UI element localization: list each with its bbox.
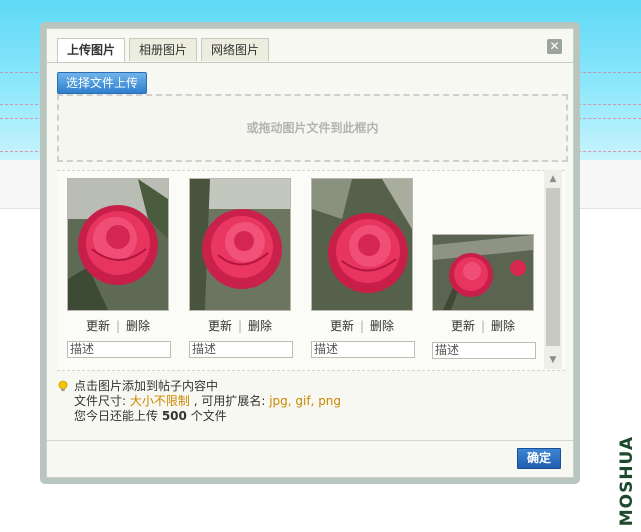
size-label: 文件尺寸: <box>74 394 130 408</box>
photo-actions: 更新 | 删除 <box>432 317 534 334</box>
photo-thumbnail[interactable] <box>432 234 534 311</box>
lightbulb-icon <box>58 380 68 392</box>
ext-label: , 可用扩展名: <box>189 394 270 408</box>
divider <box>47 62 573 63</box>
separator: | <box>480 319 486 333</box>
description-input[interactable]: 描述 <box>189 341 293 358</box>
photo-actions: 更新 | 删除 <box>189 317 291 334</box>
ext-value: jpg, gif, png <box>269 394 342 408</box>
watermark-text: MOSHUA <box>617 435 637 526</box>
separator: | <box>115 319 121 333</box>
photo-actions: 更新 | 删除 <box>311 317 413 334</box>
close-icon[interactable]: ✕ <box>547 39 562 54</box>
confirm-button[interactable]: 确定 <box>517 448 561 469</box>
thumbnail-list: 更新 | 删除 描述 更新 | 删除 描述 更新 | 删除 描述 更新 | 删除… <box>57 170 565 371</box>
photo-actions: 更新 | 删除 <box>67 317 169 334</box>
tab-bar: 上传图片 相册图片 网络图片 <box>57 38 273 62</box>
vertical-scrollbar[interactable]: ▲ ▼ <box>544 170 562 369</box>
update-link[interactable]: 更新 <box>208 319 232 333</box>
tip-quota: 您今日还能上传 500 个文件 <box>74 409 227 424</box>
delete-link[interactable]: 删除 <box>491 319 515 333</box>
size-value: 大小不限制 <box>129 394 190 408</box>
description-input[interactable]: 描述 <box>311 341 415 358</box>
photo-thumbnail[interactable] <box>311 178 413 311</box>
description-input[interactable]: 描述 <box>432 342 536 359</box>
scroll-down-icon[interactable]: ▼ <box>547 354 559 366</box>
delete-link[interactable]: 删除 <box>248 319 272 333</box>
scroll-thumb[interactable] <box>546 188 560 346</box>
quota-suffix: 个文件 <box>186 409 227 423</box>
update-link[interactable]: 更新 <box>330 319 354 333</box>
delete-link[interactable]: 删除 <box>370 319 394 333</box>
scroll-up-icon[interactable]: ▲ <box>547 173 559 185</box>
photo-thumbnail[interactable] <box>189 178 291 311</box>
photo-thumbnail[interactable] <box>67 178 169 311</box>
upload-dialog: 上传图片 相册图片 网络图片 ✕ 选择文件上传 或拖动图片文件到此框内 更新 |… <box>46 28 574 478</box>
quota-prefix: 您今日还能上传 <box>74 409 162 423</box>
tip-click-insert: 点击图片添加到帖子内容中 <box>74 379 219 393</box>
description-input[interactable]: 描述 <box>67 341 171 358</box>
separator: | <box>237 319 243 333</box>
quota-count: 500 <box>161 409 187 423</box>
tab-album[interactable]: 相册图片 <box>129 38 198 61</box>
tab-web[interactable]: 网络图片 <box>201 38 270 61</box>
update-link[interactable]: 更新 <box>86 319 110 333</box>
drop-zone[interactable]: 或拖动图片文件到此框内 <box>57 94 568 162</box>
divider <box>47 440 573 441</box>
tip-file-size: 文件尺寸: 大小不限制 , 可用扩展名: jpg, gif, png <box>74 394 341 409</box>
delete-link[interactable]: 删除 <box>126 319 150 333</box>
update-link[interactable]: 更新 <box>451 319 475 333</box>
upload-dialog-frame: 上传图片 相册图片 网络图片 ✕ 选择文件上传 或拖动图片文件到此框内 更新 |… <box>40 22 580 484</box>
separator: | <box>359 319 365 333</box>
select-file-button[interactable]: 选择文件上传 <box>57 72 147 94</box>
tab-upload[interactable]: 上传图片 <box>57 38 126 62</box>
